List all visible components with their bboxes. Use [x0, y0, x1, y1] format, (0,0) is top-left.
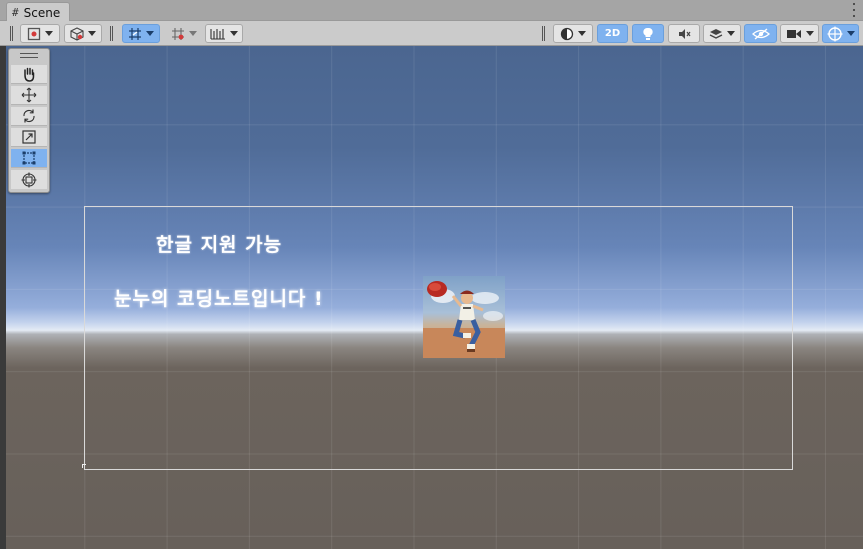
grid-snap-icon	[129, 27, 141, 40]
scene-visibility-toggle[interactable]	[744, 24, 777, 43]
effects-dropdown[interactable]	[703, 24, 741, 43]
move-tool[interactable]	[11, 86, 47, 105]
toolbar-grip-icon	[10, 26, 14, 41]
gizmo-globe-icon	[827, 26, 842, 41]
scene-toolbar: 2D	[0, 21, 863, 46]
character-sprite[interactable]	[423, 276, 505, 358]
scene-text-line-1[interactable]: 한글 지원 가능	[156, 230, 282, 257]
grid-hash-icon: #	[12, 6, 19, 19]
canvas-pivot-icon	[82, 464, 86, 468]
audio-toggle[interactable]	[668, 24, 700, 43]
camera-icon	[786, 29, 801, 38]
draw-mode-dropdown[interactable]	[20, 24, 60, 43]
chevron-down-icon	[146, 31, 154, 36]
transform-tool[interactable]	[11, 170, 47, 189]
scene-viewport[interactable]: 한글 지원 가능 눈누의 코딩노트입니다 !	[6, 46, 863, 549]
shading-dropdown[interactable]	[64, 24, 102, 43]
tools-palette	[8, 48, 50, 193]
palette-drag-handle[interactable]	[20, 53, 38, 58]
chevron-down-icon	[727, 31, 735, 36]
lightbulb-icon	[643, 27, 653, 40]
render-mode-dropdown[interactable]	[553, 24, 593, 43]
increment-snap-toggle[interactable]	[166, 24, 202, 43]
kebab-menu-icon[interactable]	[851, 3, 857, 17]
rotate-icon	[23, 109, 35, 123]
rect-icon	[22, 151, 36, 165]
transform-icon	[21, 172, 37, 187]
grid-snap-toggle[interactable]	[122, 24, 160, 43]
hand-icon	[24, 67, 35, 82]
scale-tool[interactable]	[11, 128, 47, 147]
camera-dropdown[interactable]	[780, 24, 819, 43]
chevron-down-icon	[45, 31, 53, 36]
lighting-toggle[interactable]	[632, 24, 664, 43]
toolbar-grip-icon	[110, 26, 114, 41]
toolbar-grip-icon	[542, 26, 546, 41]
chevron-down-icon	[189, 31, 197, 36]
gizmo-dropdown[interactable]	[205, 24, 243, 43]
hand-tool[interactable]	[11, 65, 47, 84]
scene-tab[interactable]: # Scene	[6, 2, 70, 22]
cube-icon	[70, 26, 84, 41]
chevron-down-icon	[230, 31, 238, 36]
chevron-down-icon	[88, 31, 96, 36]
rotate-tool[interactable]	[11, 107, 47, 126]
draw-mode-icon	[27, 27, 41, 40]
mode-2d-toggle[interactable]: 2D	[597, 24, 628, 43]
character-figure-icon	[423, 281, 505, 358]
tab-strip: # Scene	[0, 0, 863, 22]
chevron-down-icon	[578, 31, 586, 36]
mode-2d-label: 2D	[604, 28, 621, 39]
scene-tab-label: Scene	[23, 5, 61, 20]
gizmos-dropdown[interactable]	[822, 24, 859, 43]
speaker-mute-icon	[679, 28, 691, 39]
hidden-eye-icon	[751, 27, 770, 40]
scale-icon	[22, 130, 36, 144]
increment-snap-icon	[172, 27, 184, 40]
scene-text-line-2[interactable]: 눈누의 코딩노트입니다 !	[114, 284, 324, 311]
ruler-icon	[210, 28, 225, 40]
chevron-down-icon	[846, 31, 855, 36]
chevron-down-icon	[805, 31, 814, 36]
move-arrows-icon	[21, 87, 37, 103]
shaded-sphere-icon	[560, 27, 574, 40]
layers-effects-icon	[709, 28, 723, 39]
rect-tool[interactable]	[11, 149, 47, 168]
